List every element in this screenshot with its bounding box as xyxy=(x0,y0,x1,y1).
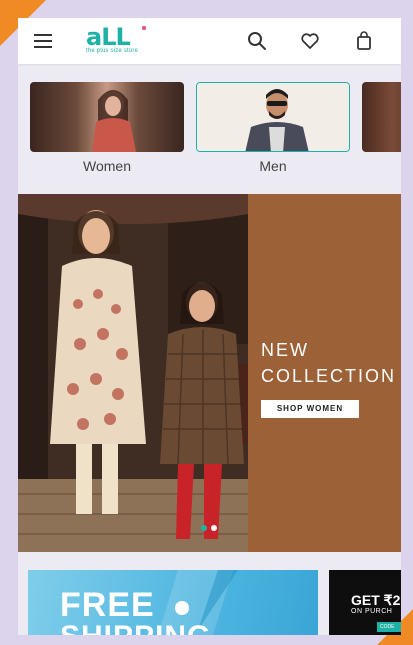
discount-amount: GET ₹2 xyxy=(351,592,401,608)
app-header: aLL the plus size store xyxy=(18,18,401,64)
category-carousel: Women Men xyxy=(18,76,401,186)
menu-icon[interactable] xyxy=(34,34,52,48)
app-screen: aLL the plus size store Women Men NEW CO… xyxy=(18,18,401,635)
promo-row: FREE SHIPPING GET ₹2 ON PURCH CODE xyxy=(18,566,401,635)
logo-dot xyxy=(142,26,146,30)
category-partial[interactable] xyxy=(362,82,401,152)
banner-new-label: NEW xyxy=(261,340,309,360)
category-women[interactable]: Women xyxy=(30,82,184,174)
shop-women-button[interactable]: SHOP WOMEN xyxy=(261,400,359,418)
category-men-label: Men xyxy=(259,158,287,174)
banner-photo xyxy=(18,194,248,552)
coupon-code-badge: CODE xyxy=(377,622,401,632)
bag-icon[interactable] xyxy=(353,30,375,52)
category-partial-image xyxy=(362,82,401,152)
category-men-image xyxy=(196,82,350,152)
hero-banner[interactable]: NEW COLLECTION SHOP WOMEN xyxy=(18,194,401,552)
banner-collection-label: COLLECTION xyxy=(261,366,397,386)
category-women-image xyxy=(30,82,184,152)
discount-condition: ON PURCH xyxy=(351,608,393,615)
category-men[interactable]: Men xyxy=(196,82,350,174)
category-women-label: Women xyxy=(83,158,131,174)
discount-promo[interactable]: GET ₹2 ON PURCH CODE xyxy=(329,570,401,635)
heart-icon[interactable] xyxy=(299,30,321,52)
brand-logo[interactable]: aLL the plus size store xyxy=(86,24,150,58)
logo-text: aLL xyxy=(86,23,131,51)
search-icon[interactable] xyxy=(246,30,268,52)
logo-tagline: the plus size store xyxy=(86,48,139,54)
free-shipping-promo[interactable]: FREE SHIPPING xyxy=(28,570,318,635)
shipping-label: SHIPPING xyxy=(60,620,211,635)
